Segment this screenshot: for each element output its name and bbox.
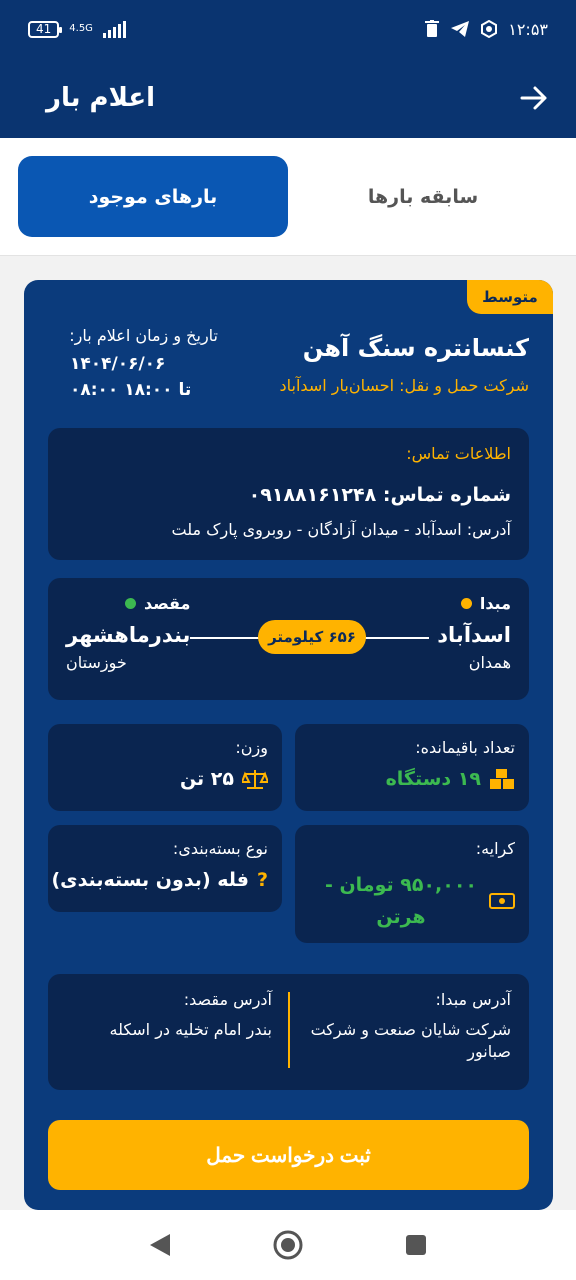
remaining-box: تعداد باقیمانده: ۱۹ دستگاه (295, 724, 529, 811)
priority-badge: متوسط (467, 280, 553, 314)
packaging-value: فله (بدون بسته‌بندی) (51, 869, 249, 891)
contact-phone[interactable]: شماره تماس: ۰۹۱۸۸۱۶۱۲۴۸ (249, 484, 511, 506)
home-circle-icon[interactable] (272, 1229, 304, 1261)
contact-address: آدرس: اسدآباد - میدان آزادگان - روبروی پ… (171, 520, 511, 539)
status-right: ۱۲:۵۳ (424, 20, 548, 39)
fare-label: کرایه: (475, 839, 515, 858)
shield-icon (481, 20, 498, 38)
arrow-right-icon[interactable] (518, 82, 550, 114)
contact-box: اطلاعات تماس: شماره تماس: ۰۹۱۸۸۱۶۱۲۴۸ آد… (48, 428, 529, 560)
battery-icon: 41 (28, 20, 63, 38)
system-nav-bar (0, 1210, 576, 1280)
dest-address-label: آدرس مقصد: (183, 990, 272, 1009)
remaining-value: ۱۹ دستگاه (385, 768, 481, 790)
telegram-icon (451, 21, 470, 37)
origin-address-label: آدرس مبدا: (435, 990, 511, 1009)
cargo-title: کنسانتره سنگ آهن (302, 334, 529, 362)
dest-address-col: آدرس مقصد: بندر امام تخلیه در اسکله (62, 990, 272, 1041)
cash-icon (489, 893, 515, 909)
addresses-box: آدرس مبدا: شرکت شایان صنعت و شرکت صبانور… (48, 974, 529, 1090)
fare-value-row: ۹۵۰,۰۰۰ تومان - هرتن (321, 869, 515, 933)
dest-label: مقصد (143, 594, 191, 613)
date-label: تاریخ و زمان اعلام بار: (69, 326, 218, 345)
origin-city: اسدآباد (437, 623, 511, 647)
app-bar: اعلام بار (0, 58, 576, 138)
origin-province: همدان (468, 653, 511, 672)
scale-icon (242, 770, 268, 789)
origin-label-row: مبدا (437, 594, 511, 613)
fare-value: ۹۵۰,۰۰۰ تومان - هرتن (324, 874, 478, 928)
remaining-label: تعداد باقیمانده: (415, 738, 515, 757)
origin-dot-icon (460, 598, 472, 609)
dest-dot-icon (124, 598, 136, 609)
route-origin: مبدا اسدآباد همدان (437, 594, 511, 672)
announce-date: ۱۴۰۴/۰۶/۰۶ (70, 354, 166, 374)
packaging-label: نوع بسته‌بندی: (172, 839, 268, 858)
trash-icon (425, 20, 440, 37)
weight-value: ۲۵ تن (179, 768, 234, 790)
load-card: متوسط کنسانتره سنگ آهن شرکت حمل و نقل: ا… (24, 280, 553, 1210)
weight-box: وزن: ۲۵ تن (48, 724, 282, 811)
status-left: 41 4.5G (28, 20, 126, 38)
status-time: ۱۲:۵۳ (508, 19, 548, 39)
distance-badge: ۶۵۶ کیلومتر (258, 620, 366, 654)
recents-square-icon[interactable] (404, 1233, 428, 1257)
dest-province: خوزستان (66, 653, 127, 672)
weight-label: وزن: (235, 738, 268, 757)
signal-icon (102, 20, 126, 38)
origin-address-col: آدرس مبدا: شرکت شایان صنعت و شرکت صبانور (301, 990, 511, 1063)
tab-available-loads[interactable]: بارهای موجود (18, 156, 288, 237)
dest-label-row: مقصد (66, 594, 190, 613)
packaging-value-row: ? فله (بدون بسته‌بندی) (51, 869, 268, 891)
route-box: مبدا اسدآباد همدان ۶۵۶ کیلومتر مقصد بندر… (48, 578, 529, 700)
contact-label: اطلاعات تماس: (406, 444, 511, 463)
address-divider (288, 992, 290, 1068)
question-icon: ? (256, 869, 268, 891)
origin-label: مبدا (479, 594, 511, 613)
back-triangle-icon[interactable] (148, 1232, 172, 1258)
route-destination: مقصد بندرماهشهر خوزستان (66, 594, 190, 672)
tab-bar: بارهای موجود سابقه بارها (0, 138, 576, 256)
status-bar: 41 4.5G ۱۲:۵۳ (0, 0, 576, 58)
company-name: شرکت حمل و نقل: احسان‌بار اسدآباد (279, 376, 529, 395)
fare-box: کرایه: ۹۵۰,۰۰۰ تومان - هرتن (295, 825, 529, 943)
page-title: اعلام بار (46, 83, 156, 113)
dest-address-value: بندر امام تخلیه در اسکله (109, 1020, 272, 1039)
packaging-box: نوع بسته‌بندی: ? فله (بدون بسته‌بندی) (48, 825, 282, 912)
network-type: 4.5G (69, 23, 93, 34)
card-header: کنسانتره سنگ آهن شرکت حمل و نقل: احسان‌ب… (24, 324, 553, 404)
boxes-icon (490, 769, 514, 789)
announce-time-range: ۰۸:۰۰ تا ۱۸:۰۰ (70, 380, 192, 400)
tab-load-history[interactable]: سابقه بارها (288, 156, 558, 237)
submit-transport-request-button[interactable]: ثبت درخواست حمل (48, 1120, 529, 1190)
origin-address-value: شرکت شایان صنعت و شرکت صبانور (310, 1020, 511, 1061)
weight-value-row: ۲۵ تن (180, 768, 268, 790)
dest-city: بندرماهشهر (66, 623, 191, 647)
remaining-value-row: ۱۹ دستگاه (386, 768, 515, 790)
